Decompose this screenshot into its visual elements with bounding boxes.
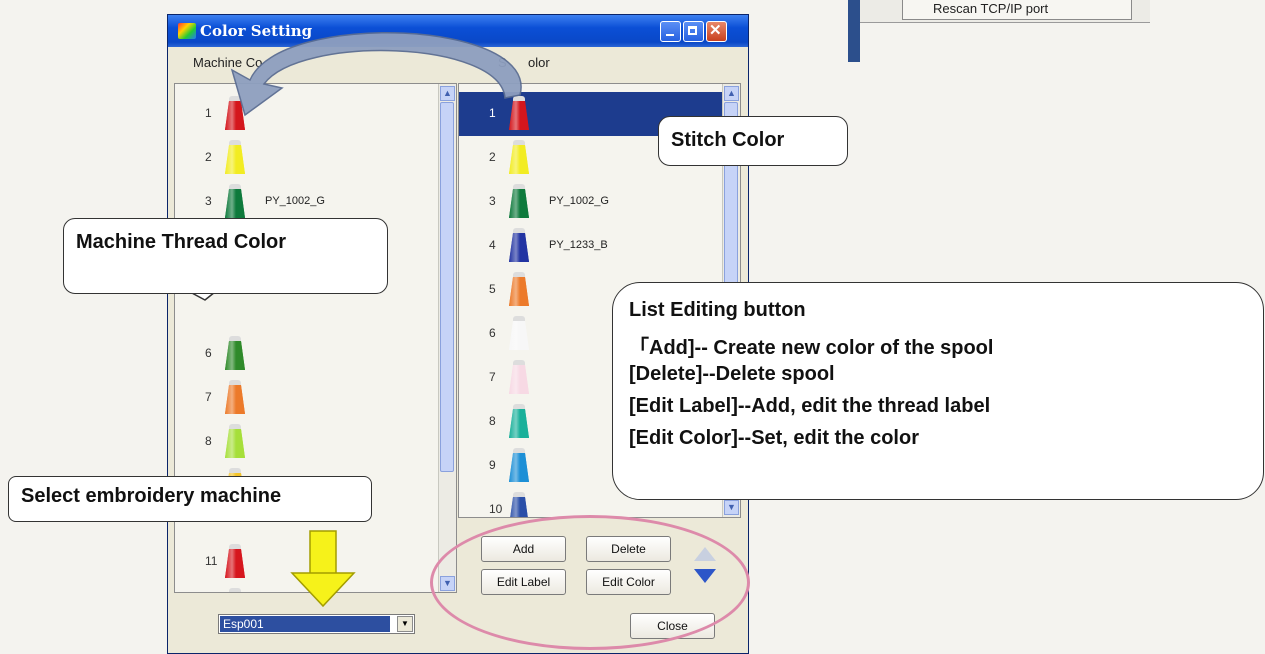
thread-spool-icon xyxy=(225,140,245,174)
editing-buttons-highlight xyxy=(430,515,750,650)
right-row[interactable]: 3 PY_1002_G xyxy=(459,180,740,224)
scroll-down-icon[interactable]: ▼ xyxy=(724,500,739,515)
color-number: 4 xyxy=(489,238,496,252)
scroll-up-icon[interactable]: ▲ xyxy=(440,86,455,101)
thread-label: PY_1233_B xyxy=(549,239,608,251)
list-editing-callout: List Editing button 「Add]-- Create new c… xyxy=(612,282,1264,500)
thread-spool-icon xyxy=(509,140,529,174)
color-number: 9 xyxy=(489,458,496,472)
color-number: 1 xyxy=(489,106,496,120)
color-number: 8 xyxy=(205,434,212,448)
color-number: 3 xyxy=(205,194,212,208)
left-row[interactable]: 11 xyxy=(175,540,456,584)
thread-spool-icon xyxy=(509,360,529,394)
color-number: 7 xyxy=(489,370,496,384)
rescan-tcpip-menu-item[interactable]: Rescan TCP/IP port xyxy=(902,0,1132,20)
color-number: 5 xyxy=(489,282,496,296)
minimize-button[interactable] xyxy=(660,21,681,42)
left-row[interactable]: 2 xyxy=(175,136,456,180)
color-number: 10 xyxy=(489,502,503,516)
color-number: 6 xyxy=(205,346,212,360)
color-number: 7 xyxy=(205,390,212,404)
left-scroll-thumb[interactable] xyxy=(440,102,454,472)
thread-spool-icon xyxy=(509,404,529,438)
thread-label: PY_1002_G xyxy=(549,195,609,207)
callout-line: [Edit Color]--Set, edit the color xyxy=(629,427,919,449)
thread-spool-icon xyxy=(509,272,529,306)
thread-spool-icon xyxy=(225,424,245,458)
color-number: 2 xyxy=(205,150,212,164)
thread-spool-icon xyxy=(509,228,529,262)
callout-line: [Edit Label]--Add, edit the thread label xyxy=(629,395,991,417)
left-row[interactable]: 8 xyxy=(175,420,456,464)
machine-select[interactable]: Esp001 ▼ xyxy=(218,614,415,634)
stitch-color-header-end: olor xyxy=(528,55,550,70)
thread-spool-icon xyxy=(509,316,529,350)
thread-spool-icon xyxy=(509,96,529,130)
right-row[interactable]: 4 PY_1233_B xyxy=(459,224,740,268)
color-number: 1 xyxy=(205,106,212,120)
window-title: Color Setting xyxy=(200,22,313,40)
left-row[interactable]: 6 xyxy=(175,332,456,376)
close-icon: ✕ xyxy=(709,22,722,39)
app-icon xyxy=(178,23,196,39)
callout-line: List Editing button xyxy=(629,299,806,321)
color-number: 2 xyxy=(489,150,496,164)
thread-spool-icon xyxy=(225,380,245,414)
thread-spool-icon xyxy=(509,492,529,517)
left-row[interactable]: 7 xyxy=(175,376,456,420)
callout-text: Select embroidery machine xyxy=(21,485,282,507)
select-machine-callout: Select embroidery machine xyxy=(8,476,372,522)
scroll-up-icon[interactable]: ▲ xyxy=(724,86,739,101)
stitch-color-callout: Stitch Color xyxy=(658,116,848,166)
callout-line: [Delete]--Delete spool xyxy=(629,363,835,385)
machine-select-value: Esp001 xyxy=(220,616,390,632)
thread-spool-icon xyxy=(509,184,529,218)
close-window-button[interactable]: ✕ xyxy=(706,21,727,42)
thread-spool-icon xyxy=(225,184,245,218)
thread-spool-icon xyxy=(509,448,529,482)
color-number: 3 xyxy=(489,194,496,208)
thread-spool-icon xyxy=(225,588,245,592)
machine-color-header: Machine Co xyxy=(193,55,263,70)
background-window-edge xyxy=(848,0,860,62)
left-row[interactable]: 1 xyxy=(175,92,456,136)
left-scrollbar[interactable]: ▲ ▼ xyxy=(438,84,456,592)
chevron-down-icon[interactable]: ▼ xyxy=(397,616,413,632)
maximize-button[interactable] xyxy=(683,21,704,42)
thread-label: PY_1002_G xyxy=(265,195,325,207)
thread-spool-icon xyxy=(225,336,245,370)
thread-spool-icon xyxy=(225,544,245,578)
callout-line: 「Add]-- Create new color of the spool xyxy=(629,337,994,359)
left-row[interactable]: 12 xyxy=(175,584,456,592)
color-number: 6 xyxy=(489,326,496,340)
thread-spool-icon xyxy=(225,96,245,130)
background-menu: Rescan TCP/IP port xyxy=(860,0,1150,23)
title-bar[interactable]: Color Setting ✕ xyxy=(168,15,748,47)
color-number: 11 xyxy=(205,554,218,568)
stitch-color-header-start: S xyxy=(498,55,507,70)
callout-text: Machine Thread Color xyxy=(76,231,287,253)
color-number: 8 xyxy=(489,414,496,428)
callout-text: Stitch Color xyxy=(671,129,785,151)
machine-thread-color-callout: Machine Thread Color xyxy=(63,218,388,294)
